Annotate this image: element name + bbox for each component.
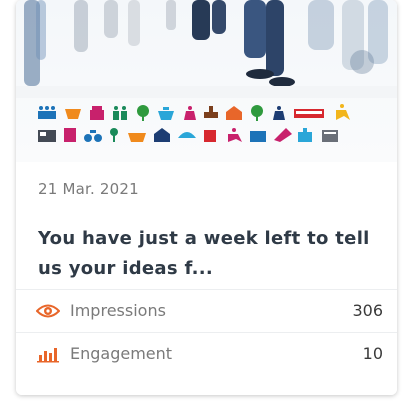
- street-photo-illustration: [16, 0, 397, 142]
- post-card[interactable]: 21 Mar. 2021 You have just a week left t…: [16, 0, 397, 395]
- stat-value: 306: [352, 301, 383, 320]
- stat-value: 10: [362, 344, 383, 363]
- post-card-body: 21 Mar. 2021 You have just a week left t…: [16, 162, 397, 395]
- stat-row-engagement: Engagement 10: [16, 333, 397, 375]
- stat-row-impressions: Impressions 306: [16, 290, 397, 332]
- eye-icon: [35, 302, 61, 320]
- stat-label: Impressions: [70, 301, 166, 320]
- stat-label: Engagement: [70, 344, 173, 363]
- post-title[interactable]: You have just a week left to tell us you…: [38, 224, 388, 284]
- post-date: 21 Mar. 2021: [38, 180, 139, 198]
- post-image: [16, 0, 397, 162]
- bar-chart-icon: [36, 345, 60, 363]
